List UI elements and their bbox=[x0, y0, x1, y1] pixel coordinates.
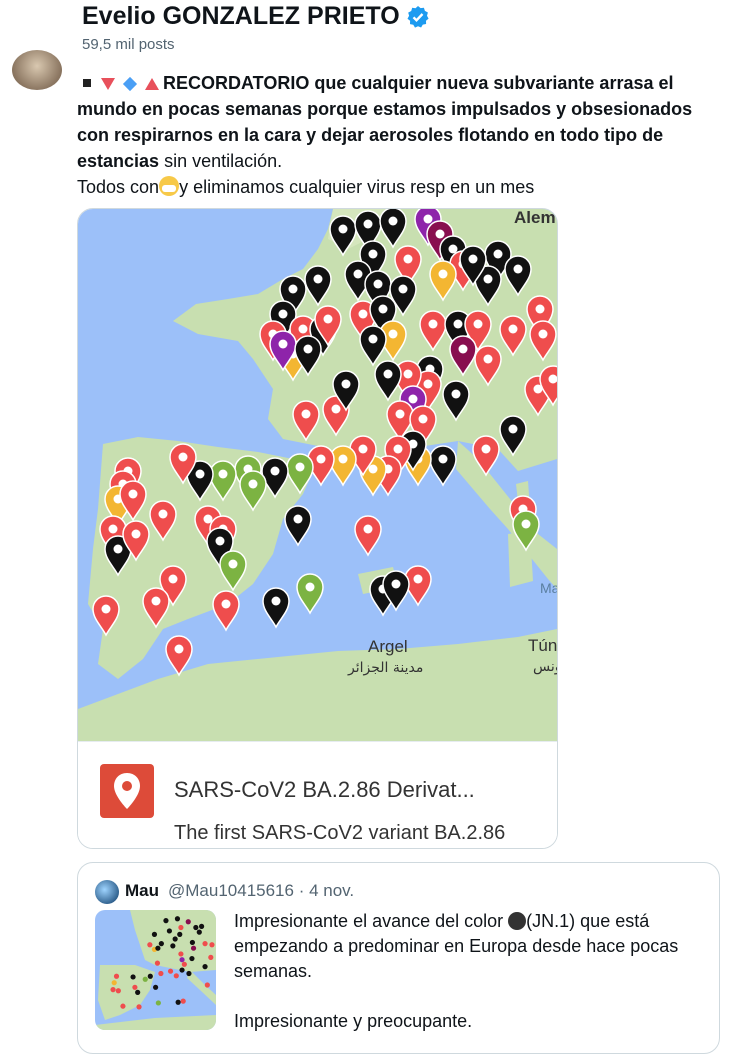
thumbnail-pin-marker bbox=[179, 957, 185, 963]
map-label-tun-ar: تونس bbox=[533, 659, 557, 675]
thumbnail-pin-marker bbox=[174, 916, 181, 922]
thumbnail-pin-marker bbox=[202, 941, 208, 947]
blue-diamond-emoji-icon bbox=[122, 77, 138, 92]
post-count: 59,5 mil posts bbox=[82, 36, 175, 53]
red-triangle-up-emoji-icon bbox=[145, 78, 159, 91]
thumbnail-pin-marker bbox=[170, 943, 176, 949]
thumbnail-pin-marker bbox=[153, 984, 159, 990]
thumbnail-pin-marker bbox=[163, 918, 169, 924]
link-card[interactable]: Alem Argel مدينة الجزائر Tún تونس Ma SAR… bbox=[77, 208, 558, 849]
tweet-line2-a: Todos con bbox=[77, 177, 160, 197]
thumbnail-pin-marker bbox=[208, 954, 214, 960]
thumbnail-pin-marker bbox=[204, 982, 210, 988]
thumbnail-pin-marker bbox=[177, 931, 183, 937]
thumbnail-pin-marker bbox=[178, 924, 184, 931]
thumbnail-pin-marker bbox=[155, 1000, 161, 1006]
quoted-text-a: Impresionante el avance del color bbox=[234, 911, 509, 931]
card-title[interactable]: SARS-CoV2 BA.2.86 Derivat... bbox=[174, 777, 475, 803]
thumbnail-pin-marker bbox=[202, 964, 208, 970]
thumbnail-pin-marker bbox=[147, 942, 153, 948]
thumbnail-pin-marker bbox=[189, 955, 195, 962]
thumbnail-pin-marker bbox=[166, 928, 172, 934]
tweet-text: RECORDATORIO que cualquier nueva subvari… bbox=[77, 70, 727, 200]
thumbnail-pin-marker bbox=[199, 923, 205, 929]
card-subtitle: The first SARS-CoV2 variant BA.2.86 bbox=[174, 822, 506, 844]
thumbnail-pin-marker bbox=[142, 976, 148, 982]
profile-name-row[interactable]: Evelio GONZALEZ PRIETO bbox=[82, 2, 430, 31]
quoted-text-c: Impresionante y preocupante. bbox=[234, 1011, 473, 1031]
map-label-tun: Tún bbox=[528, 636, 557, 655]
profile-name[interactable]: Evelio GONZALEZ PRIETO bbox=[82, 2, 400, 31]
quoted-author-avatar[interactable] bbox=[95, 880, 119, 904]
thumbnail-pin-marker bbox=[181, 961, 187, 967]
black-circle-emoji-icon bbox=[508, 912, 527, 930]
thumbnail-pin-marker bbox=[193, 924, 199, 931]
profile-header: Evelio GONZALEZ PRIETO 59,5 mil posts bbox=[0, 0, 748, 60]
tweet-line2-b: y eliminamos cualquier virus resp en un … bbox=[179, 177, 535, 197]
thumbnail-pin-marker bbox=[132, 984, 138, 990]
thumbnail-pin-marker bbox=[155, 945, 161, 951]
thumbnail-pin-marker bbox=[136, 1004, 142, 1010]
map-label-alem: Alem bbox=[514, 209, 556, 227]
thumbnail-pin-marker bbox=[135, 989, 141, 995]
thumbnail-pin-marker bbox=[175, 999, 181, 1005]
thumbnail-pin-marker bbox=[172, 936, 178, 942]
card-footer[interactable]: SARS-CoV2 BA.2.86 Derivat... The first S… bbox=[78, 741, 557, 848]
map-label-ma: Ma bbox=[540, 580, 557, 596]
thumbnail-pin-marker bbox=[178, 951, 184, 957]
thumbnail-pin-marker bbox=[209, 942, 215, 948]
thumbnail-pin-marker bbox=[179, 967, 185, 973]
thumbnail-pin-marker bbox=[167, 968, 174, 974]
thumbnail-pin-marker bbox=[113, 973, 120, 979]
thumbnail-pin-marker bbox=[147, 973, 153, 979]
thumbnail-pin-marker bbox=[158, 941, 164, 947]
author-avatar[interactable] bbox=[12, 50, 62, 90]
thumbnail-pin-marker bbox=[196, 929, 202, 935]
map-label-argel: Argel bbox=[368, 637, 408, 656]
verified-badge-icon bbox=[407, 5, 429, 28]
face-mask-emoji-icon bbox=[159, 176, 180, 196]
thumbnail-pin-marker bbox=[186, 970, 192, 977]
map-label-argel-ar: مدينة الجزائر bbox=[347, 660, 423, 676]
thumbnail-pin-marker bbox=[190, 945, 197, 951]
thumbnail-pin-marker bbox=[111, 980, 117, 986]
black-square-emoji-icon bbox=[83, 79, 91, 88]
quoted-author-handle[interactable]: @Mau10415616 · 4 nov. bbox=[168, 881, 354, 901]
variant-map-image[interactable]: Alem Argel مدينة الجزائر Tún تونس Ma bbox=[78, 209, 557, 741]
thumbnail-pin-marker bbox=[189, 939, 195, 946]
thumbnail-pin-marker bbox=[180, 998, 186, 1004]
thumbnail-pin-marker bbox=[158, 970, 164, 977]
tweet-tail-text: sin ventilación. bbox=[159, 151, 283, 171]
thumbnail-pin-marker bbox=[173, 973, 179, 979]
thumbnail-pin-marker bbox=[120, 1003, 126, 1009]
map-pin-icon bbox=[100, 764, 154, 818]
quoted-tweet[interactable]: Mau @Mau10415616 · 4 nov. Impresionante … bbox=[77, 862, 720, 1054]
thumbnail-pin-marker bbox=[154, 960, 161, 966]
quoted-map-thumbnail[interactable] bbox=[95, 910, 216, 1030]
red-triangle-down-emoji-icon bbox=[101, 78, 115, 91]
thumbnail-pin-marker bbox=[151, 931, 158, 937]
thumbnail-pin-marker bbox=[115, 988, 121, 994]
thumbnail-pin-marker bbox=[110, 987, 116, 993]
thumbnail-pin-marker bbox=[130, 974, 136, 980]
quoted-author-name[interactable]: Mau bbox=[125, 881, 159, 901]
quoted-tweet-text: Impresionante el avance del color (JN.1)… bbox=[234, 909, 704, 1034]
thumbnail-pin-marker bbox=[185, 919, 191, 925]
